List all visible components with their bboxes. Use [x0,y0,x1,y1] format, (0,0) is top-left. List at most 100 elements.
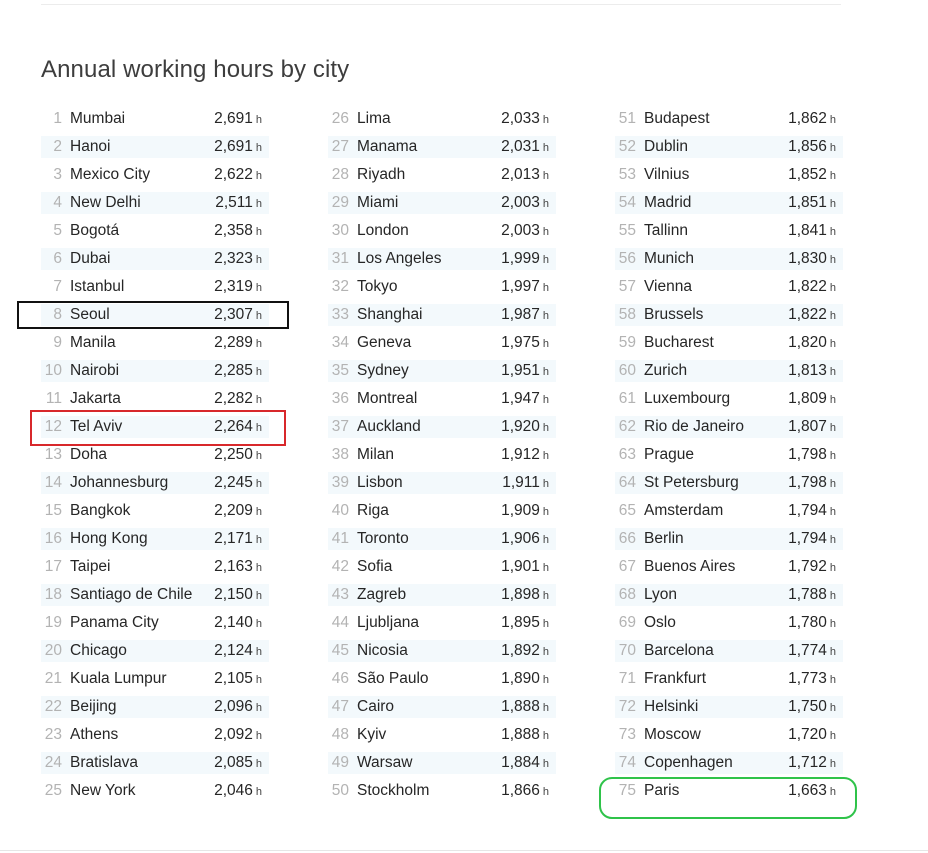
hours-unit: h [542,646,549,658]
hours-unit: h [542,310,549,322]
hours-value: 1,951 [501,362,540,379]
hours-unit: h [255,310,262,322]
ranking-row: 10 Nairobi 2,285 h [41,357,269,385]
ranking-row: 26 Lima 2,033 h [328,105,556,133]
city-name: Mumbai [70,110,126,127]
hours-unit: h [542,114,549,126]
working-hours: 1,712 h [788,749,836,778]
rank-number: 8 [53,306,62,323]
rank-number: 5 [53,222,62,239]
ranking-row: 6 Dubai 2,323 h [41,245,269,273]
city-name: Milan [357,446,395,463]
rank-number: 22 [44,698,62,715]
rank-number: 61 [618,390,636,407]
hours-unit: h [829,226,836,238]
rank-number: 17 [44,558,62,575]
city-name: Bratislava [70,754,139,771]
city-name: Ljubljana [357,614,420,631]
working-hours: 1,798 h [788,441,836,470]
hours-unit: h [542,702,549,714]
hours-unit: h [255,758,262,770]
hours-unit: h [255,450,262,462]
working-hours: 2,150 h [214,581,262,610]
ranking-row: 28 Riyadh 2,013 h [328,161,556,189]
working-hours: 2,140 h [214,609,262,638]
ranking-row: 25 New York 2,046 h [41,777,269,805]
ranking-row: 60 Zurich 1,813 h [615,357,843,385]
ranking-row: 73 Moscow 1,720 h [615,721,843,749]
city-name: Bucharest [644,334,714,351]
working-hours: 1,884 h [501,749,549,778]
hours-value: 1,975 [501,334,540,351]
rank-number: 71 [618,670,636,687]
rank-number: 66 [618,530,636,547]
hours-value: 1,862 [788,110,827,127]
city-name: New Delhi [70,194,141,211]
working-hours: 1,807 h [788,413,836,442]
hours-unit: h [829,646,836,658]
hours-value: 1,888 [501,726,540,743]
working-hours: 1,920 h [501,413,549,442]
city-name: Riyadh [357,166,406,183]
working-hours: 1,911 h [502,469,549,498]
city-name: Brussels [644,306,704,323]
working-hours: 1,906 h [501,525,549,554]
hours-unit: h [829,590,836,602]
hours-unit: h [829,450,836,462]
rank-number: 51 [618,110,636,127]
hours-unit: h [255,786,262,798]
ranking-row: 69 Oslo 1,780 h [615,609,843,637]
ranking-row: 38 Milan 1,912 h [328,441,556,469]
city-name: Sydney [357,362,409,379]
rank-number: 39 [331,474,349,491]
ranking-row: 55 Tallinn 1,841 h [615,217,843,245]
working-hours: 1,862 h [788,105,836,134]
rank-number: 46 [331,670,349,687]
ranking-row: 45 Nicosia 1,892 h [328,637,556,665]
ranking-row: 15 Bangkok 2,209 h [41,497,269,525]
rank-number: 36 [331,390,349,407]
hours-unit: h [829,674,836,686]
working-hours: 1,798 h [788,469,836,498]
hours-value: 2,209 [214,502,253,519]
working-hours: 2,323 h [214,245,262,274]
hours-value: 1,898 [501,586,540,603]
city-name: Cairo [357,698,395,715]
hours-value: 2,085 [214,754,253,771]
working-hours: 2,003 h [501,189,549,218]
hours-value: 1,892 [501,642,540,659]
rank-number: 3 [53,166,62,183]
hours-unit: h [542,478,549,490]
ranking-column-1: 1 Mumbai 2,691 h 2 Hanoi 2,691 h 3 Mexico City 2,6… [41,105,269,805]
ranking-row: 52 Dublin 1,856 h [615,133,843,161]
working-hours: 1,794 h [788,525,836,554]
bottom-divider [0,850,928,851]
city-name: London [357,222,409,239]
working-hours: 1,794 h [788,497,836,526]
hours-value: 1,852 [788,166,827,183]
ranking-row: 20 Chicago 2,124 h [41,637,269,665]
hours-value: 1,712 [788,754,827,771]
city-name: Mexico City [70,166,151,183]
hours-value: 1,822 [788,278,827,295]
hours-unit: h [829,506,836,518]
city-name: Miami [357,194,399,211]
rank-number: 24 [44,754,62,771]
ranking-row: 59 Bucharest 1,820 h [615,329,843,357]
ranking-row: 13 Doha 2,250 h [41,441,269,469]
city-name: Santiago de Chile [70,586,193,603]
working-hours: 2,163 h [214,553,262,582]
hours-unit: h [829,114,836,126]
rank-number: 49 [331,754,349,771]
city-name: Nairobi [70,362,120,379]
city-name: Montreal [357,390,418,407]
hours-value: 1,820 [788,334,827,351]
ranking-row: 75 Paris 1,663 h [615,777,843,805]
hours-unit: h [829,170,836,182]
ranking-row: 49 Warsaw 1,884 h [328,749,556,777]
working-hours: 1,820 h [788,329,836,358]
ranking-row: 41 Toronto 1,906 h [328,525,556,553]
city-name: Chicago [70,642,127,659]
rank-number: 15 [44,502,62,519]
rank-number: 58 [618,306,636,323]
